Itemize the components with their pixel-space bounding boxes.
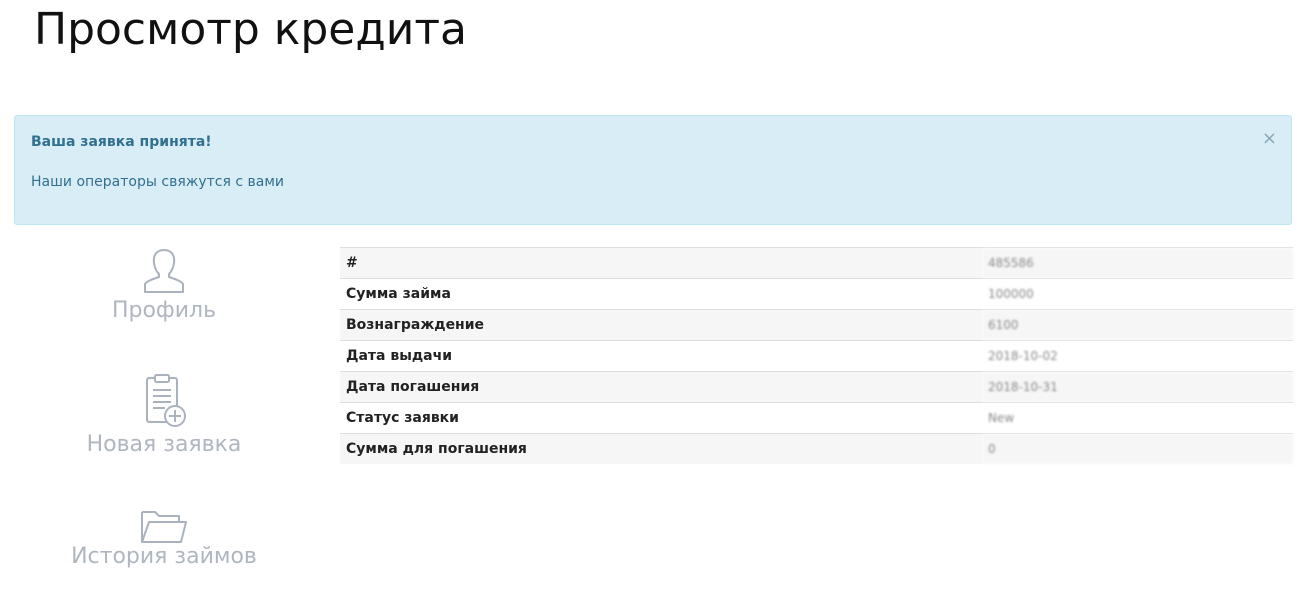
alert-text: Наши операторы свяжутся с вами bbox=[31, 174, 285, 190]
folder-icon bbox=[141, 511, 187, 543]
row-value: New bbox=[982, 402, 1293, 434]
row-value: 100000 bbox=[982, 278, 1293, 310]
table-row: # 485586 bbox=[340, 247, 1293, 279]
row-value: 0 bbox=[982, 433, 1293, 464]
table-row: Дата погашения 2018-10-31 bbox=[340, 371, 1293, 403]
row-key: Вознаграждение bbox=[340, 309, 982, 341]
sidebar-item-label: Новая заявка bbox=[86, 432, 242, 457]
sidebar-item-label: Профиль bbox=[111, 298, 217, 323]
table-row: Статус заявки New bbox=[340, 402, 1293, 434]
row-value: 2018-10-02 bbox=[982, 340, 1293, 372]
sidebar-item-loan-history[interactable]: История займов bbox=[14, 508, 314, 569]
table-row: Сумма займа 100000 bbox=[340, 278, 1293, 310]
row-key: # bbox=[340, 247, 982, 279]
row-value: 485586 bbox=[982, 247, 1293, 279]
page-title: Просмотр кредита bbox=[34, 4, 467, 55]
table-row: Сумма для погашения 0 bbox=[340, 433, 1293, 464]
loan-details-table: # 485586 Сумма займа 100000 Вознагражден… bbox=[340, 247, 1293, 464]
row-value: 2018-10-31 bbox=[982, 371, 1293, 403]
clipboard-add-icon bbox=[146, 374, 186, 427]
sidebar-item-new-application[interactable]: Новая заявка bbox=[14, 374, 314, 457]
table-row: Вознаграждение 6100 bbox=[340, 309, 1293, 341]
alert-title: Ваша заявка принята! bbox=[31, 134, 212, 150]
sidebar-item-profile[interactable]: Профиль bbox=[14, 246, 314, 323]
row-key: Статус заявки bbox=[340, 402, 982, 434]
row-value: 6100 bbox=[982, 309, 1293, 341]
close-icon[interactable]: × bbox=[1262, 130, 1277, 148]
table-row: Дата выдачи 2018-10-02 bbox=[340, 340, 1293, 372]
user-icon bbox=[144, 249, 184, 293]
row-key: Дата погашения bbox=[340, 371, 982, 403]
sidebar-item-label: История займов bbox=[71, 544, 257, 569]
row-key: Сумма займа bbox=[340, 278, 982, 310]
row-key: Дата выдачи bbox=[340, 340, 982, 372]
row-key: Сумма для погашения bbox=[340, 433, 982, 464]
success-alert: Ваша заявка принята! Наши операторы свяж… bbox=[14, 115, 1292, 225]
